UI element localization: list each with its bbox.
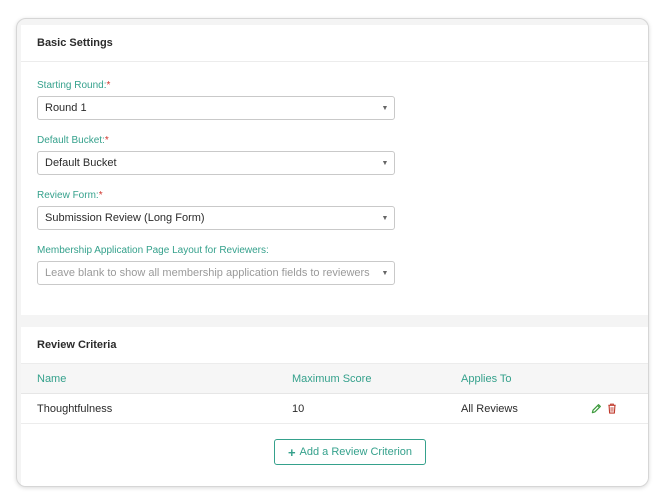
default-bucket-label: Default Bucket:* bbox=[37, 135, 109, 146]
page-layout-label: Membership Application Page Layout for R… bbox=[37, 245, 269, 256]
required-mark: * bbox=[98, 190, 103, 201]
add-review-criterion-button[interactable]: + Add a Review Criterion bbox=[274, 439, 426, 465]
table-row: Thoughtfulness 10 All Reviews bbox=[21, 394, 648, 424]
review-form-value: Submission Review (Long Form) bbox=[45, 212, 205, 224]
trash-icon[interactable] bbox=[607, 403, 617, 414]
starting-round-value: Round 1 bbox=[45, 102, 87, 114]
chevron-down-icon: ▼ bbox=[381, 104, 389, 112]
review-form-label: Review Form:* bbox=[37, 190, 103, 201]
plus-icon: + bbox=[287, 444, 296, 460]
chevron-down-icon: ▼ bbox=[381, 214, 389, 222]
column-header-name: Name bbox=[37, 372, 67, 385]
default-bucket-label-text: Default Bucket: bbox=[37, 135, 105, 146]
page-layout-label-text: Membership Application Page Layout for R… bbox=[37, 245, 269, 256]
starting-round-label: Starting Round:* bbox=[37, 80, 110, 91]
criterion-name: Thoughtfulness bbox=[37, 402, 113, 415]
chevron-down-icon: ▼ bbox=[381, 159, 389, 167]
default-bucket-select[interactable]: Default Bucket ▼ bbox=[37, 151, 395, 175]
review-form-select[interactable]: Submission Review (Long Form) ▼ bbox=[37, 206, 395, 230]
settings-frame: Basic Settings Starting Round:* Round 1 … bbox=[16, 18, 649, 487]
starting-round-label-text: Starting Round: bbox=[37, 80, 107, 91]
review-criteria-panel: Review Criteria Name Maximum Score Appli… bbox=[21, 327, 648, 486]
column-header-applies-to: Applies To bbox=[461, 372, 512, 385]
review-criteria-title: Review Criteria bbox=[21, 327, 648, 364]
basic-settings-title: Basic Settings bbox=[21, 25, 648, 62]
row-actions bbox=[591, 394, 617, 423]
column-header-maximum-score: Maximum Score bbox=[292, 372, 372, 385]
chevron-down-icon: ▼ bbox=[381, 269, 389, 277]
basic-settings-panel: Basic Settings Starting Round:* Round 1 … bbox=[21, 25, 648, 315]
starting-round-select[interactable]: Round 1 ▼ bbox=[37, 96, 395, 120]
criteria-table-header: Name Maximum Score Applies To bbox=[21, 364, 648, 394]
criterion-applies-to: All Reviews bbox=[461, 402, 518, 415]
page-layout-placeholder: Leave blank to show all membership appli… bbox=[45, 267, 370, 279]
review-form-label-text: Review Form: bbox=[37, 190, 99, 201]
pencil-icon[interactable] bbox=[591, 403, 602, 414]
required-mark: * bbox=[104, 135, 109, 146]
required-mark: * bbox=[106, 80, 111, 91]
add-review-criterion-label: Add a Review Criterion bbox=[299, 446, 413, 458]
criterion-max-score: 10 bbox=[292, 402, 305, 415]
page-layout-select[interactable]: Leave blank to show all membership appli… bbox=[37, 261, 395, 285]
default-bucket-value: Default Bucket bbox=[45, 157, 117, 169]
